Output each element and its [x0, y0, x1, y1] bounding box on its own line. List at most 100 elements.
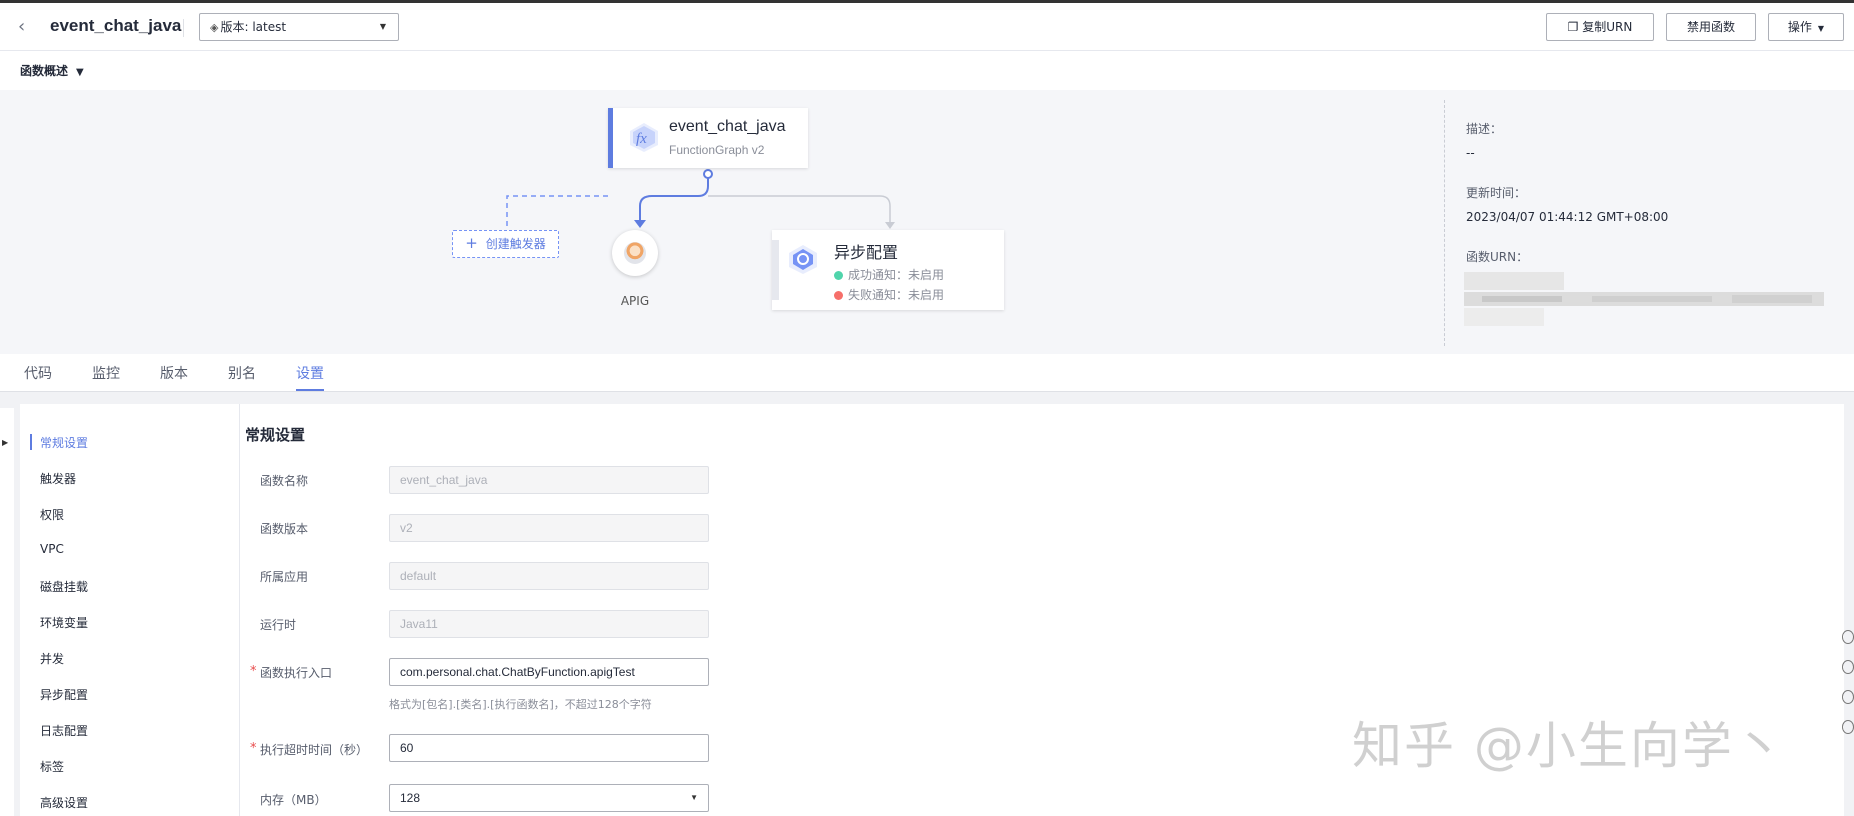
timeout-label: 执行超时时间（秒） [260, 743, 369, 757]
submenu-log-config[interactable]: 日志配置 [40, 722, 88, 739]
disable-function-button[interactable]: 禁用函数 [1666, 13, 1756, 41]
tab-versions[interactable]: 版本 [160, 363, 188, 383]
function-fx-icon: fx [630, 123, 658, 152]
failure-notify-status: 失败通知：未启用 [834, 286, 944, 303]
submenu-active-bar [30, 434, 32, 450]
expand-arrow-icon: ▶ [2, 438, 9, 447]
memory-select[interactable]: 128 ▼ [389, 784, 709, 812]
submenu-async-config[interactable]: 异步配置 [40, 686, 88, 703]
submenu-general[interactable]: 常规设置 [40, 434, 88, 451]
function-node-name: event_chat_java [669, 118, 786, 135]
submenu-env-vars[interactable]: 环境变量 [40, 614, 88, 631]
submenu-concurrency[interactable]: 并发 [40, 650, 64, 667]
copy-urn-button[interactable]: ❐ 复制URN [1546, 13, 1654, 41]
help-icon[interactable] [1842, 630, 1854, 644]
submenu-vpc[interactable]: VPC [40, 542, 64, 556]
description-value: -- [1466, 146, 1475, 160]
title-divider [183, 19, 184, 37]
settings-submenu: 常规设置 触发器 权限 VPC 磁盘挂载 环境变量 并发 异步配置 日志配置 标… [20, 404, 240, 816]
function-version-value: v2 [400, 521, 413, 535]
handler-hint: 格式为[包名].[类名].[执行函数名]，不超过128个字符 [389, 698, 652, 711]
required-marker: * [250, 741, 257, 756]
submenu-triggers[interactable]: 触发器 [40, 470, 76, 487]
function-urn-key: 函数URN： [1466, 250, 1529, 264]
section-title: 常规设置 [245, 426, 306, 444]
timeout-input[interactable]: 60 [389, 734, 709, 762]
copy-icon: ❐ [1567, 20, 1579, 34]
info-icon[interactable] [1842, 660, 1854, 674]
copy-urn-label: 复制URN [1582, 20, 1633, 34]
version-select-value: 版本: latest [220, 20, 287, 34]
submenu-tags[interactable]: 标签 [40, 758, 64, 775]
active-tab-indicator [296, 389, 324, 391]
disable-function-label: 禁用函数 [1686, 20, 1735, 34]
updated-time-key: 更新时间： [1466, 186, 1527, 200]
success-dot-icon [834, 271, 843, 280]
handler-input[interactable]: com.personal.chat.ChatByFunction.apigTes… [389, 658, 709, 686]
description-key: 描述： [1466, 122, 1503, 136]
submenu-permissions[interactable]: 权限 [40, 506, 64, 523]
app-field: default [389, 562, 709, 590]
memory-label: 内存（MB） [260, 793, 327, 807]
memory-value: 128 [400, 791, 421, 805]
info-divider [1444, 100, 1445, 346]
right-floating-tools [1840, 630, 1854, 750]
create-trigger-label: 创建触发器 [485, 237, 546, 251]
app-value: default [400, 569, 437, 583]
collapse-strip[interactable]: ▶ [0, 408, 14, 816]
success-notify-text: 成功通知：未启用 [848, 268, 945, 282]
plus-icon: + [465, 234, 478, 252]
function-name-field: event_chat_java [389, 466, 709, 494]
watermark: 知乎 @小生向学丶 [1352, 717, 1786, 775]
operations-label: 操作 [1787, 20, 1812, 34]
function-name-value: event_chat_java [400, 473, 488, 487]
function-node-runtime: FunctionGraph v2 [669, 143, 765, 157]
tab-monitoring[interactable]: 监控 [92, 363, 120, 383]
submenu-disk-mount[interactable]: 磁盘挂载 [40, 578, 88, 595]
failure-notify-text: 失败通知：未启用 [848, 288, 945, 302]
function-node-card[interactable]: fx event_chat_java FunctionGraph v2 [608, 108, 808, 168]
page-title: event_chat_java [50, 16, 182, 35]
function-version-field: v2 [389, 514, 709, 542]
tab-settings[interactable]: 设置 [296, 363, 324, 383]
async-config-title: 异步配置 [834, 243, 899, 262]
blurred-urn-value [1464, 272, 1824, 326]
caret-down-icon: ▼ [76, 67, 84, 78]
handler-label: 函数执行入口 [260, 666, 333, 680]
function-tabs: 代码 监控 版本 别名 设置 [0, 354, 1854, 392]
runtime-label: 运行时 [260, 618, 297, 632]
handler-value: com.personal.chat.ChatByFunction.apigTes… [400, 665, 635, 679]
tab-aliases[interactable]: 别名 [228, 363, 256, 383]
success-notify-status: 成功通知：未启用 [834, 266, 944, 283]
chevron-down-icon: ▼ [690, 793, 698, 802]
feedback-icon[interactable] [1842, 690, 1854, 704]
overview-label: 函数概述 [20, 64, 69, 78]
failure-dot-icon [834, 291, 843, 300]
updated-time-value: 2023/04/07 01:44:12 GMT+08:00 [1466, 210, 1669, 224]
timeout-value: 60 [400, 741, 414, 755]
operations-dropdown-button[interactable]: 操作 ▼ [1768, 13, 1844, 41]
runtime-field: Java11 [389, 610, 709, 638]
chevron-down-icon: ▼ [1817, 24, 1825, 33]
chevron-down-icon: ▼ [379, 22, 386, 31]
apig-icon [624, 242, 646, 264]
submenu-advanced[interactable]: 高级设置 [40, 794, 88, 811]
create-trigger-button[interactable]: + 创建触发器 [452, 230, 559, 258]
settings-icon[interactable] [1842, 720, 1854, 734]
back-arrow-icon[interactable]: ‹ [18, 17, 32, 37]
app-label: 所属应用 [260, 570, 309, 584]
runtime-value: Java11 [400, 617, 438, 631]
apig-trigger-node[interactable] [612, 230, 658, 276]
version-select[interactable]: ◈ 版本: latest ▼ [199, 13, 399, 41]
layers-icon: ◈ [210, 21, 219, 34]
tab-code[interactable]: 代码 [24, 363, 52, 383]
page-header: ‹ event_chat_java ◈ 版本: latest ▼ ❐ 复制URN … [0, 3, 1854, 51]
required-marker: * [250, 664, 257, 679]
async-config-card[interactable]: 异步配置 成功通知：未启用 失败通知：未启用 [772, 230, 1004, 310]
async-config-icon [789, 245, 817, 274]
function-name-label: 函数名称 [260, 474, 309, 488]
svg-text:fx: fx [636, 131, 647, 147]
overview-toggle[interactable]: 函数概述 ▼ [20, 62, 84, 79]
apig-label: APIG [620, 294, 650, 308]
overview-row: 函数概述 ▼ [0, 52, 1854, 90]
